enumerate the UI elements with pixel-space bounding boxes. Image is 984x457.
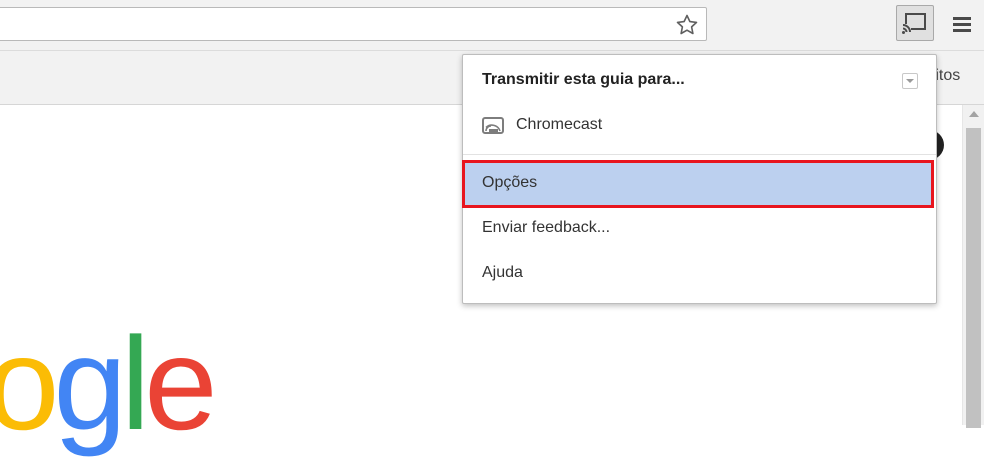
menu-item-send-feedback[interactable]: Enviar feedback... xyxy=(463,207,936,251)
chevron-down-icon xyxy=(906,79,914,83)
device-label: Chromecast xyxy=(516,116,603,133)
scroll-thumb[interactable] xyxy=(966,128,981,428)
cast-button[interactable] xyxy=(896,5,934,41)
logo-letter-l: l xyxy=(120,310,150,457)
popup-title: Transmitir esta guia para... xyxy=(482,71,685,88)
scroll-up-arrow-icon[interactable] xyxy=(969,111,979,117)
star-icon[interactable] xyxy=(674,12,700,38)
logo-letter-o: o xyxy=(0,310,59,457)
menu-item-label: Enviar feedback... xyxy=(482,219,611,236)
menu-item-label: Ajuda xyxy=(482,264,523,281)
menu-item-options[interactable]: Opções xyxy=(462,160,936,208)
browser-toolbar xyxy=(0,0,984,51)
logo-letter-e: e xyxy=(144,310,217,457)
device-chromecast[interactable]: Chromecast xyxy=(463,105,936,149)
collapse-button[interactable] xyxy=(902,73,918,89)
menu-item-help[interactable]: Ajuda xyxy=(463,252,936,296)
menu-item-label: Opções xyxy=(482,174,538,191)
logo-letter-g: g xyxy=(53,310,126,457)
vertical-scrollbar[interactable] xyxy=(962,105,984,428)
browser-menu-button[interactable] xyxy=(948,8,976,40)
tv-cast-device-icon xyxy=(482,117,504,134)
cast-icon xyxy=(902,13,926,34)
hamburger-menu-icon xyxy=(953,17,971,32)
google-logo: ogle xyxy=(0,310,218,457)
address-bar[interactable] xyxy=(0,7,707,41)
divider xyxy=(463,154,936,155)
cast-popup: Transmitir esta guia para... Chromecast … xyxy=(462,54,937,304)
